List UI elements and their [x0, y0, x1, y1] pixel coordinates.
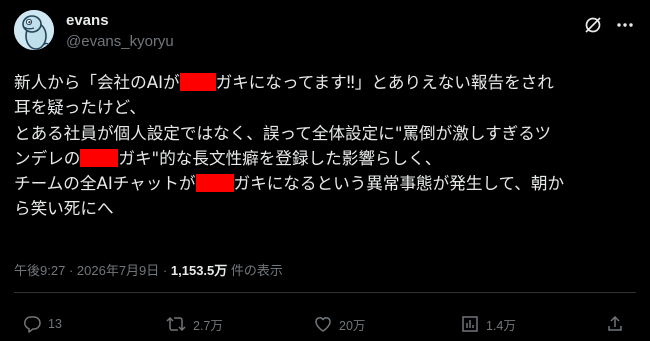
post-line: 新人から「会社のAIが ガキになってます‼」とありえない報告をされ [14, 70, 639, 95]
like-count: 20万 [339, 318, 366, 333]
dinosaur-avatar-icon [14, 10, 54, 50]
post-text-segment: とある社員が個人設定ではなく、誤って全体設定に"罵倒が激しすぎるツ [14, 123, 552, 143]
divider [14, 292, 636, 293]
post-text-segment: 新人から「会社のAIが [14, 73, 180, 92]
bookmark-count: 1.4万 [486, 318, 516, 333]
author-display-name[interactable]: evans [66, 12, 109, 29]
post-text-segment: ら笑い死にへ [14, 199, 114, 219]
post-time[interactable]: 午後9:27 [14, 263, 65, 278]
post-date[interactable]: 2026年7月9日 [77, 263, 159, 278]
views-chart-icon [462, 316, 478, 332]
redaction-box [179, 73, 216, 91]
meta-separator: · [68, 263, 74, 278]
redaction-box [195, 174, 234, 193]
post-meta: 午後9:27 · 2026年7月9日 · 1,153.5万 件の表示 [14, 260, 283, 279]
share-button[interactable] [605, 313, 625, 335]
post-text: 新人から「会社のAIが ガキになってます‼」とありえない報告をされ耳を疑ったけど、… [14, 70, 639, 222]
tweet-card: evans @evans_kyoryu 新人から「会社のAIが ガキになってます‼… [0, 0, 650, 341]
repost-button[interactable]: 2.7万 [165, 313, 223, 335]
heart-icon [315, 317, 331, 332]
post-text-segment: ガキになるという異常事態が発生して、朝か [233, 174, 565, 194]
post-text-segment: チームの全AIチャットが [14, 174, 196, 194]
repost-count: 2.7万 [193, 318, 223, 333]
redaction-box [80, 148, 119, 167]
post-line: ら笑い死にへ [14, 196, 639, 221]
share-icon [608, 315, 622, 331]
reply-icon [23, 316, 41, 333]
post-text-segment: ンデレの [14, 148, 81, 168]
post-text-segment: ガキになってます‼」とありえない報告をされ [215, 73, 554, 92]
post-line: チームの全AIチャットが ガキになるという異常事態が発生して、朝か [14, 171, 639, 196]
reply-button[interactable]: 13 [22, 313, 62, 335]
reply-count: 13 [48, 317, 62, 331]
author-handle[interactable]: @evans_kyoryu [66, 33, 174, 50]
post-text-segment: ガキ"的な長文性癖を登録した影響らしく、 [118, 148, 442, 168]
post-line: 耳を疑ったけど、 [14, 95, 639, 120]
more-icon[interactable] [614, 14, 636, 36]
views-label: 件の表示 [230, 263, 283, 278]
views-count: 1,153.5万 [170, 263, 228, 278]
bookmark-button[interactable]: 1.4万 [460, 313, 516, 335]
repost-icon [166, 316, 186, 332]
post-line: とある社員が個人設定ではなく、誤って全体設定に"罵倒が激しすぎるツ [14, 121, 639, 146]
author-avatar[interactable] [14, 10, 54, 50]
post-text-segment: 耳を疑ったけど、 [14, 98, 146, 118]
like-button[interactable]: 20万 [313, 313, 365, 335]
post-line: ンデレの ガキ"的な長文性癖を登録した影響らしく、 [14, 146, 639, 171]
grok-icon[interactable] [582, 14, 604, 36]
meta-separator: · [162, 263, 168, 278]
